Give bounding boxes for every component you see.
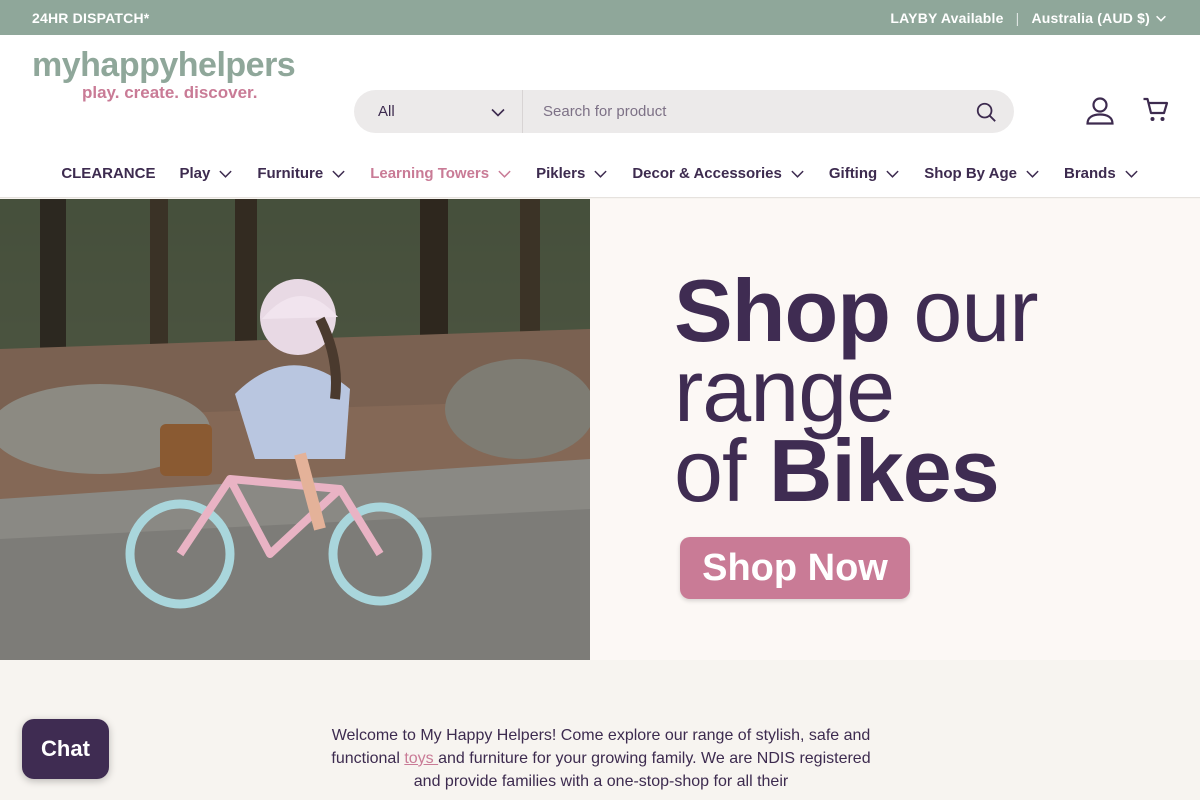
hero-bike-photo bbox=[0, 199, 590, 660]
welcome-part2: and furniture for your growing family. W… bbox=[413, 750, 871, 790]
user-icon bbox=[1086, 97, 1114, 125]
chevron-down-icon bbox=[498, 170, 511, 178]
search-bar: All bbox=[354, 90, 1014, 133]
hero-line3-bold: Bikes bbox=[768, 421, 1000, 520]
chevron-down-icon bbox=[1125, 170, 1138, 178]
search-icon bbox=[976, 102, 996, 122]
hero-line2: range bbox=[674, 341, 895, 440]
hero-promo-panel: Shop our range of Bikes Shop Now bbox=[590, 199, 1200, 660]
main-nav: CLEARANCE Play Furniture Learning Towers Pik… bbox=[0, 161, 1200, 185]
region-label: Australia (AUD $) bbox=[1031, 9, 1150, 26]
region-selector[interactable]: Australia (AUD $) bbox=[1031, 10, 1168, 26]
chevron-down-icon bbox=[219, 170, 232, 178]
chevron-down-icon bbox=[491, 108, 505, 117]
logo-wordmark: myhappyhelpers bbox=[32, 46, 296, 84]
search-category-value: All bbox=[378, 103, 395, 120]
chevron-down-icon bbox=[1156, 15, 1166, 22]
shop-now-button[interactable]: Shop Now bbox=[680, 537, 910, 599]
search-button[interactable] bbox=[958, 90, 1014, 133]
nav-item-learning-towers[interactable]: Learning Towers bbox=[358, 161, 524, 185]
nav-item-label: Decor & Accessories bbox=[632, 164, 782, 182]
toys-link[interactable]: toys bbox=[404, 750, 438, 767]
search-category-select[interactable]: All bbox=[354, 90, 523, 133]
hero-headline: Shop our range of Bikes bbox=[674, 267, 1039, 515]
chat-button[interactable]: Chat bbox=[22, 719, 109, 779]
chevron-down-icon bbox=[791, 170, 804, 178]
nav-item-label: Piklers bbox=[536, 164, 586, 182]
nav-item-shop-by-age[interactable]: Shop By Age bbox=[912, 161, 1052, 185]
nav-item-clearance[interactable]: CLEARANCE bbox=[49, 161, 167, 185]
site-logo[interactable]: myhappyhelpers play. create. discover. bbox=[32, 47, 307, 103]
logo-tagline: play. create. discover. bbox=[82, 83, 258, 102]
nav-item-play[interactable]: Play bbox=[167, 161, 245, 185]
nav-item-piklers[interactable]: Piklers bbox=[524, 161, 620, 185]
nav-item-label: Gifting bbox=[828, 164, 878, 182]
cart-icon bbox=[1143, 97, 1169, 121]
nav-item-label: Learning Towers bbox=[370, 164, 490, 182]
nav-item-label: Play bbox=[179, 164, 211, 182]
nav-item-label: Brands bbox=[1063, 164, 1116, 182]
nav-item-furniture[interactable]: Furniture bbox=[245, 161, 358, 185]
announcement-bar: 24HR DISPATCH* LAYBY Available | Austral… bbox=[0, 0, 1200, 35]
chevron-down-icon bbox=[332, 170, 345, 178]
chevron-down-icon bbox=[886, 170, 899, 178]
chevron-down-icon bbox=[1026, 170, 1039, 178]
nav-item-brands[interactable]: Brands bbox=[1052, 161, 1151, 185]
topbar-separator: | bbox=[1015, 9, 1020, 26]
layby-link[interactable]: LAYBY Available bbox=[890, 10, 1003, 26]
nav-item-label: CLEARANCE bbox=[61, 164, 156, 182]
search-input[interactable] bbox=[523, 90, 958, 133]
hero-line3-light: of bbox=[674, 421, 769, 520]
cart-button[interactable] bbox=[1140, 93, 1172, 127]
chevron-down-icon bbox=[594, 170, 607, 178]
nav-item-gifting[interactable]: Gifting bbox=[817, 161, 912, 185]
hero-banner[interactable]: Shop our range of Bikes Shop Now bbox=[0, 199, 1200, 660]
hero-line1-light: our bbox=[889, 261, 1038, 360]
dispatch-notice: 24HR DISPATCH* bbox=[32, 9, 150, 26]
site-header: myhappyhelpers play. create. discover. A… bbox=[0, 35, 1200, 198]
nav-item-label: Shop By Age bbox=[924, 164, 1017, 182]
welcome-text: Welcome to My Happy Helpers! Come explor… bbox=[326, 724, 876, 793]
nav-item-label: Furniture bbox=[257, 164, 324, 182]
account-button[interactable] bbox=[1084, 93, 1116, 127]
nav-item-decor-accessories[interactable]: Decor & Accessories bbox=[620, 161, 817, 185]
